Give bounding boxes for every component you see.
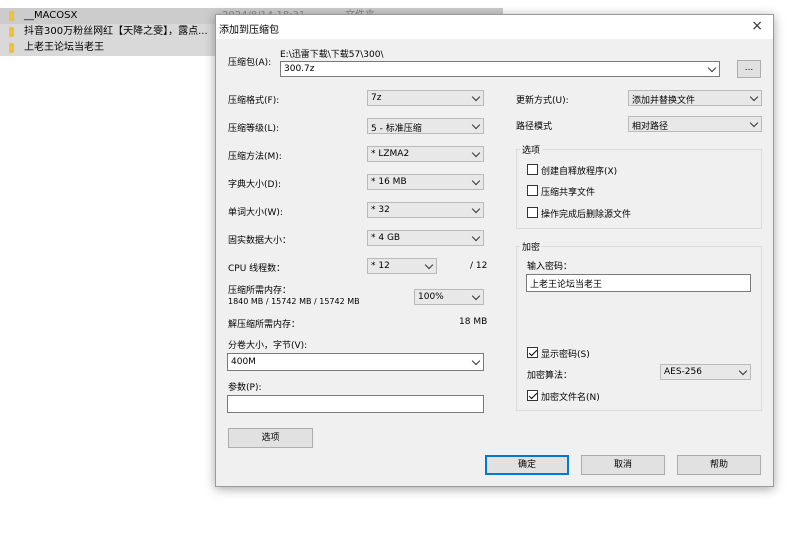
cancel-button[interactable]: 取消 [581,455,665,475]
ok-button[interactable]: 确定 [485,455,569,475]
params-input[interactable] [227,395,484,413]
split-combo[interactable]: 400M [227,353,484,371]
params-label: 参数(P): [228,383,262,393]
options-button[interactable]: 选项 [228,428,313,448]
dict-value: * 16 MB [371,177,407,187]
file-name: __MACOSX [24,10,78,21]
level-label: 压缩等级(L): [228,124,280,134]
format-select[interactable]: 7z [367,90,484,106]
chevron-down-icon [471,176,481,186]
path-mode-label: 路径模式 [516,122,553,132]
decomp-label: 解压缩所需内存： [228,320,301,330]
chevron-down-icon [424,260,434,270]
folder-icon [9,11,14,21]
word-value: * 32 [371,205,390,215]
params-field[interactable] [228,396,483,412]
dialog-title: 添加到压缩包 [219,25,279,36]
encryption-group-title: 加密 [520,240,543,253]
shared-files-checkbox[interactable] [527,185,538,196]
add-to-archive-dialog: 添加到压缩包 × 压缩包(A): E:\迅雷下载\下载57\300\ 300.7… [215,14,774,487]
split-label: 分卷大小，字节(V): [228,341,308,351]
dialog-titlebar[interactable]: 添加到压缩包 × [216,15,773,39]
password-field[interactable] [527,275,750,291]
algo-select[interactable]: AES-256 [660,364,751,380]
method-select[interactable]: * LZMA2 [367,146,484,162]
close-icon[interactable]: × [751,18,763,34]
show-password-checkbox[interactable] [527,347,538,358]
update-value: 添加并替换文件 [632,96,696,106]
cpu-select[interactable]: * 12 [367,258,437,274]
algo-label: 加密算法： [527,371,573,381]
level-select[interactable]: 5 - 标准压缩 [367,118,484,134]
dict-label: 字典大小(D): [228,180,281,190]
chevron-down-icon [749,92,759,102]
chevron-down-icon [471,232,481,242]
browse-button[interactable]: ... [737,60,761,78]
options-group-title: 选项 [520,143,543,156]
cpu-label: CPU 线程数： [228,264,286,274]
mem-select[interactable]: 100% [414,289,484,305]
chevron-down-icon [749,118,759,128]
level-value: 5 - 标准压缩 [371,124,422,134]
solid-value: * 4 GB [371,233,401,243]
cpu-value: * 12 [371,261,390,271]
chevron-down-icon [471,291,481,301]
show-password-label: 显示密码(S) [541,350,590,360]
file-name: 上老王论坛当老王 [24,42,104,53]
split-value: 400M [231,357,256,367]
update-select[interactable]: 添加并替换文件 [628,90,762,106]
archive-label: 压缩包(A): [228,58,272,68]
mem-detail: 1840 MB / 15742 MB / 15742 MB [228,297,360,306]
mem-label: 压缩所需内存： [228,286,292,296]
chevron-down-icon [707,63,717,73]
encrypt-names-label: 加密文件名(N) [541,393,600,403]
help-button[interactable]: 帮助 [677,455,761,475]
chevron-down-icon [471,92,481,102]
path-mode-select[interactable]: 相对路径 [628,116,762,132]
update-label: 更新方式(U): [516,96,569,106]
chevron-down-icon [471,148,481,158]
sfx-checkbox[interactable] [527,164,538,175]
archive-path: E:\迅雷下载\下载57\300\ [280,50,384,60]
method-value: * LZMA2 [371,149,410,159]
archive-name-value: 300.7z [284,64,315,74]
folder-icon [9,43,14,53]
format-label: 压缩格式(F): [228,96,280,106]
mem-value: 100% [418,292,444,302]
archive-name-combo[interactable]: 300.7z [280,61,720,77]
file-name: 抖音300万粉丝网红【天降之雯】，露点... [24,26,208,37]
word-select[interactable]: * 32 [367,202,484,218]
chevron-down-icon [471,120,481,130]
word-label: 单词大小(W): [228,208,283,218]
delete-after-checkbox[interactable] [527,207,538,218]
delete-after-label: 操作完成后删除源文件 [541,210,632,220]
method-label: 压缩方法(M): [228,152,282,162]
dict-select[interactable]: * 16 MB [367,174,484,190]
cpu-max: / 12 [470,261,488,271]
sfx-label: 创建自释放程序(X) [541,167,618,177]
algo-value: AES-256 [664,367,702,377]
shared-files-label: 压缩共享文件 [541,188,596,198]
folder-icon [9,27,14,37]
password-label: 输入密码： [527,262,573,272]
password-input[interactable] [526,274,751,292]
decomp-value: 18 MB [459,317,488,327]
solid-select[interactable]: * 4 GB [367,230,484,246]
chevron-down-icon [471,356,481,366]
encrypt-names-checkbox[interactable] [527,390,538,401]
format-value: 7z [371,93,382,103]
chevron-down-icon [471,204,481,214]
chevron-down-icon [738,366,748,376]
solid-label: 固实数据大小： [228,236,292,246]
path-mode-value: 相对路径 [632,122,669,132]
